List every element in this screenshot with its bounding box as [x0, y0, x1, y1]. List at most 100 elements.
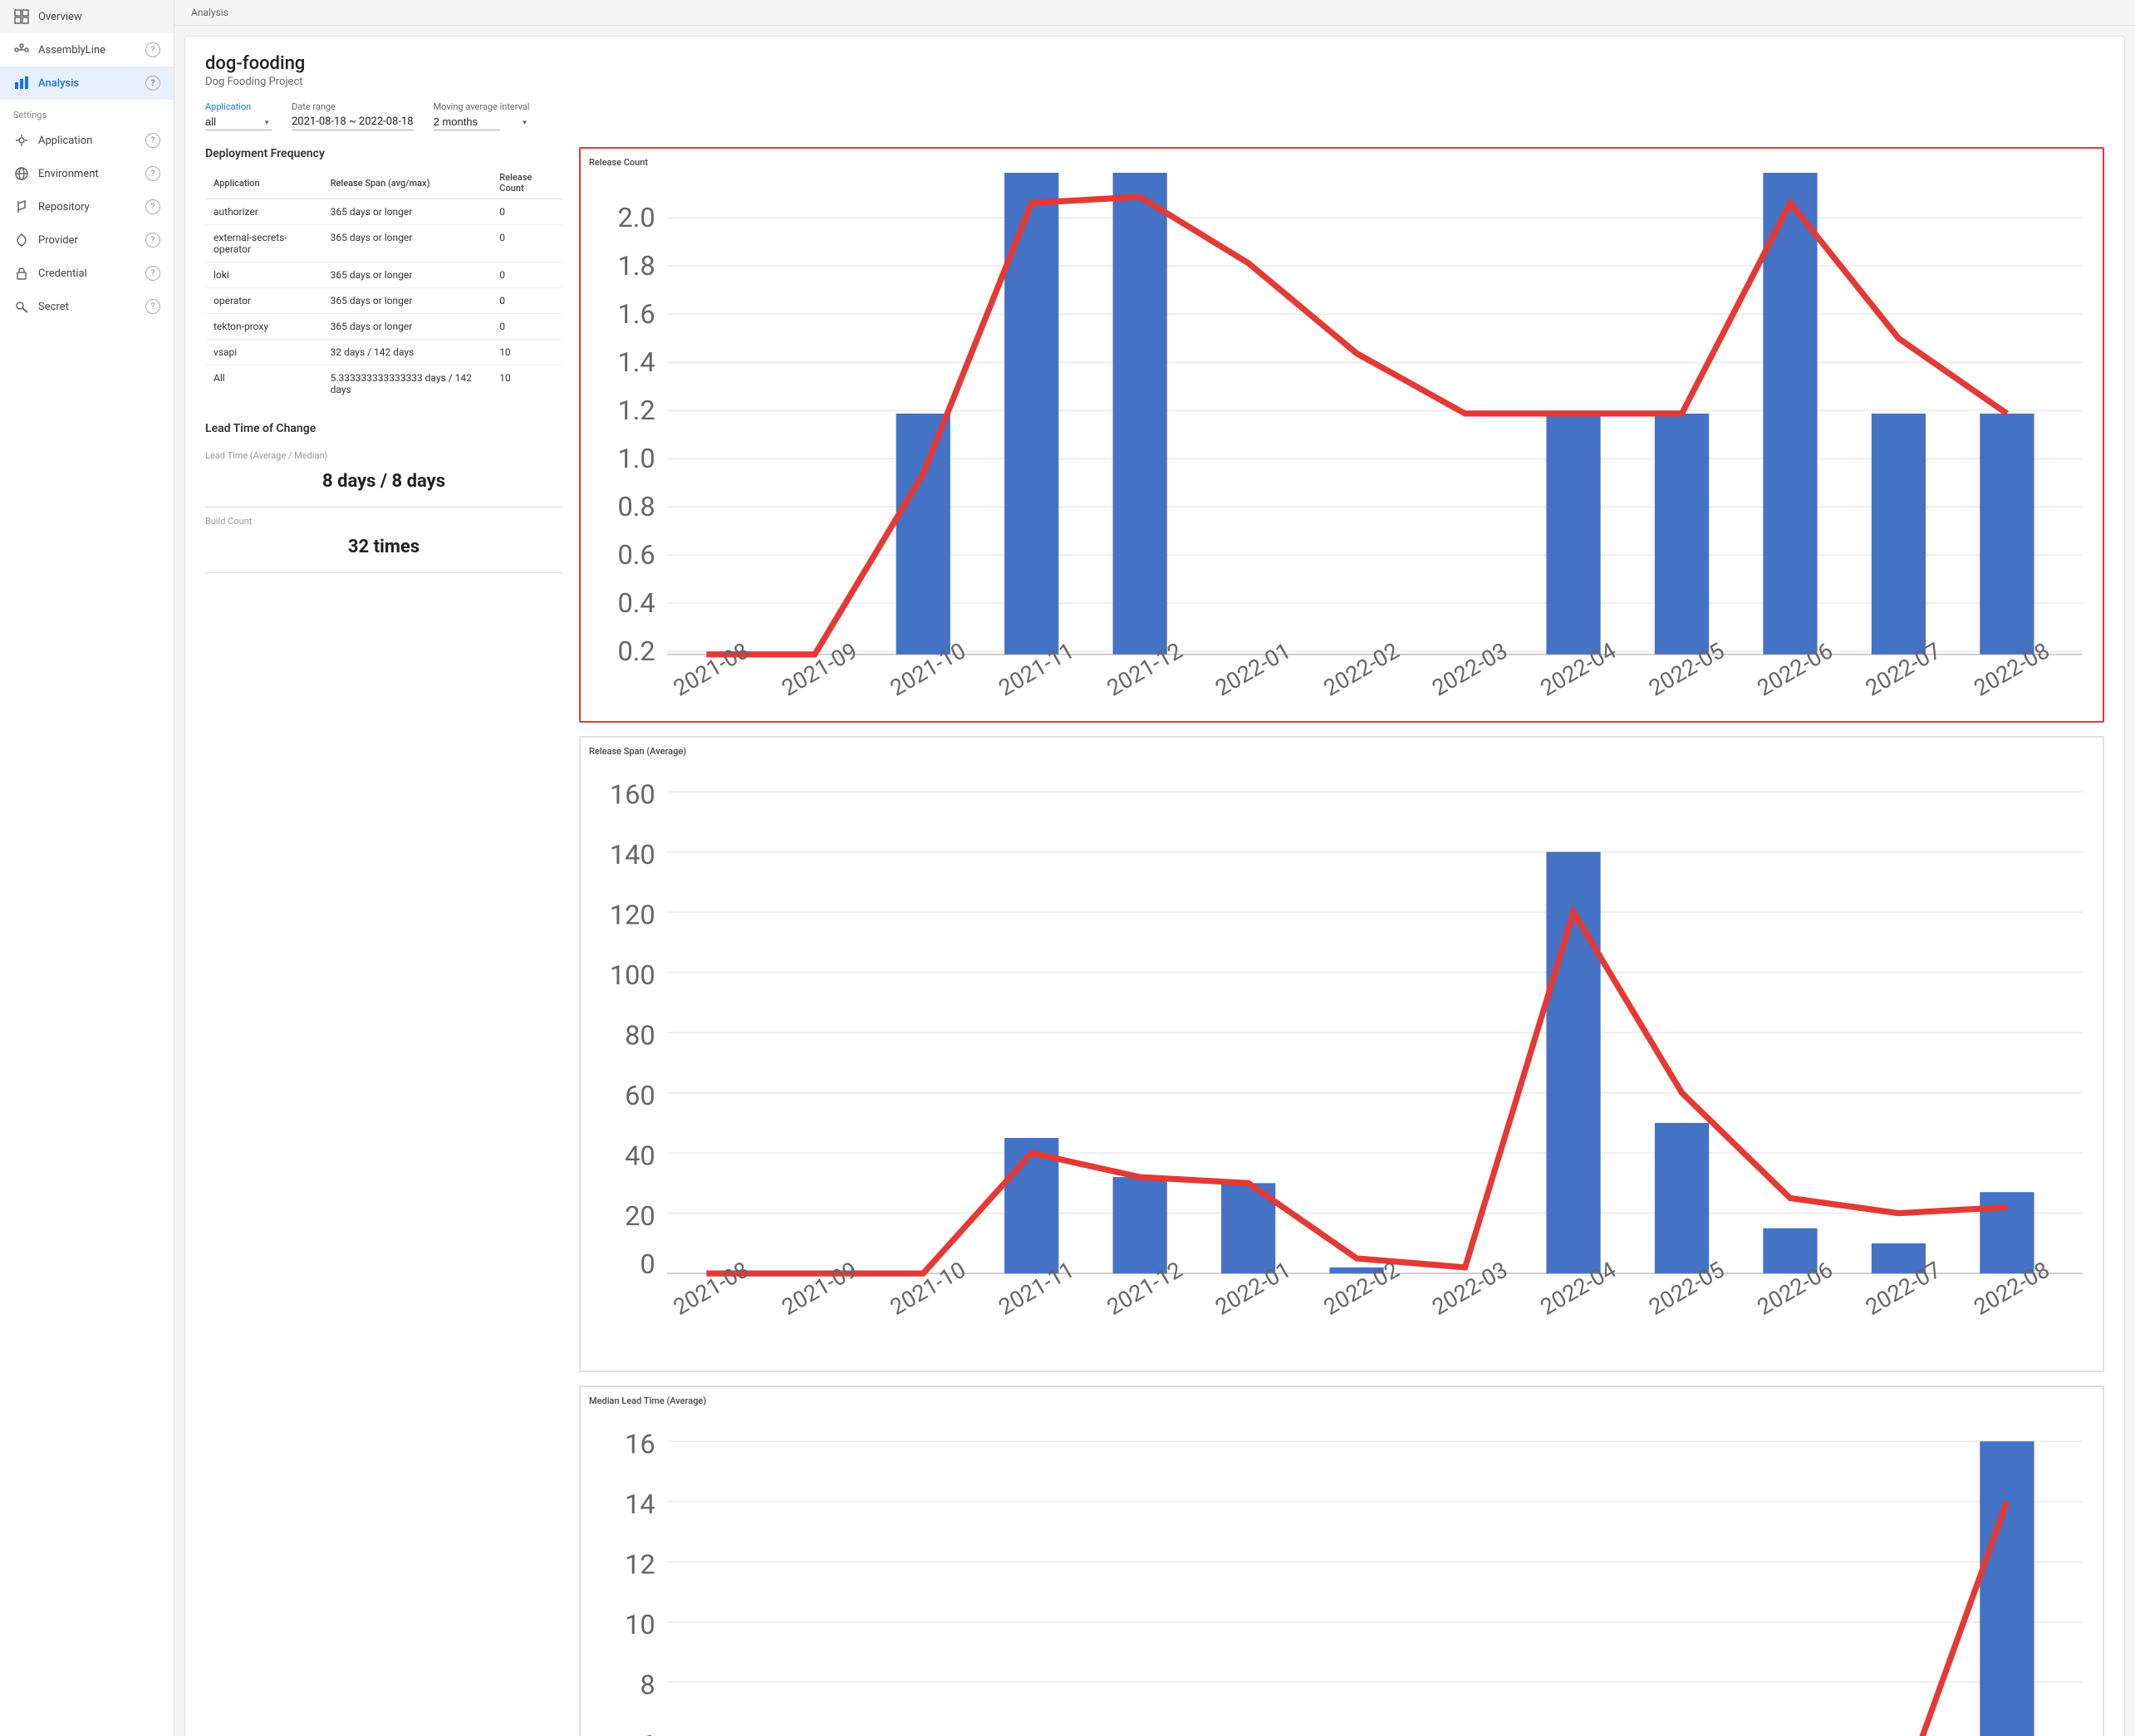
sidebar-item-secret[interactable]: Secret ? [0, 290, 174, 323]
repository-help-icon[interactable]: ? [145, 199, 160, 214]
table-row: vsapi 32 days / 142 days 10 [205, 340, 562, 365]
settings-section-label: Settings [0, 100, 174, 124]
cell-span: 365 days or longer [322, 199, 492, 225]
cell-span: 5.333333333333333 days / 142 days [322, 365, 492, 403]
assemblyline-help-icon[interactable]: ? [145, 42, 160, 57]
sidebar-item-provider[interactable]: Provider ? [0, 223, 174, 257]
svg-text:40: 40 [625, 1140, 655, 1172]
build-count-label: Build Count [205, 516, 562, 527]
application-select-wrapper[interactable]: all [205, 114, 272, 130]
cell-application: external-secrets-operator [205, 225, 322, 262]
deployment-table: Application Release Span (avg/max) Relea… [205, 167, 562, 402]
left-column: Deployment Frequency Application Release… [205, 147, 562, 1736]
environment-help-icon[interactable]: ? [145, 166, 160, 181]
cell-application: vsapi [205, 340, 322, 365]
credential-icon [13, 265, 30, 282]
svg-text:1.2: 1.2 [617, 395, 655, 426]
repository-icon [13, 199, 30, 215]
cell-count: 0 [491, 225, 562, 262]
svg-text:100: 100 [610, 959, 655, 991]
svg-text:10: 10 [625, 1609, 655, 1640]
release-count-title: Release Count [589, 157, 2094, 168]
breadcrumb: Analysis [174, 0, 2135, 26]
sidebar-item-analysis[interactable]: Analysis ? [0, 66, 174, 100]
cell-span: 365 days or longer [322, 288, 492, 314]
sidebar-item-provider-label: Provider [38, 234, 137, 247]
avg-median-value: 8 days / 8 days [205, 464, 562, 498]
environment-icon [13, 165, 30, 182]
svg-text:2021-08: 2021-08 [669, 1257, 753, 1321]
sidebar-item-repository-label: Repository [38, 201, 137, 213]
release-count-svg: 2.0 1.8 1.6 1.4 1.2 1.0 0.8 0.6 0.4 0.2 [589, 173, 2094, 714]
sidebar-item-credential-label: Credential [38, 267, 137, 280]
cell-span: 365 days or longer [322, 314, 492, 340]
col-application: Application [205, 167, 322, 199]
median-lead-time-svg: 16 14 12 10 8 6 4 2 0 [589, 1411, 2094, 1736]
avg-median-metric: Lead Time (Average / Median) 8 days / 8 … [205, 442, 562, 508]
sidebar-item-secret-label: Secret [38, 301, 137, 313]
provider-help-icon[interactable]: ? [145, 233, 160, 248]
sidebar-item-environment-label: Environment [38, 168, 137, 180]
svg-text:2022-02: 2022-02 [1319, 637, 1404, 701]
cell-count: 10 [491, 340, 562, 365]
deployment-frequency-title: Deployment Frequency [205, 147, 562, 160]
svg-text:2022-02: 2022-02 [1319, 1257, 1404, 1321]
sidebar-item-application[interactable]: Application ? [0, 124, 174, 157]
date-range-filter: Date range 2021-08-18 ~ 2022-08-18 [292, 101, 414, 130]
sidebar-item-assemblyline[interactable]: AssemblyLine ? [0, 33, 174, 66]
flow-icon [13, 42, 30, 58]
analysis-page: dog-fooding Dog Fooding Project Applicat… [184, 36, 2125, 1736]
analysis-help-icon[interactable]: ? [145, 76, 160, 91]
page-title: dog-fooding [205, 53, 2104, 74]
svg-text:160: 160 [610, 779, 655, 811]
lead-time-section: Lead Time of Change Lead Time (Average /… [205, 422, 562, 573]
credential-help-icon[interactable]: ? [145, 266, 160, 281]
avg-median-label: Lead Time (Average / Median) [205, 450, 562, 461]
application-filter: Application all [205, 101, 272, 130]
svg-text:0.4: 0.4 [617, 587, 655, 619]
cell-count: 0 [491, 262, 562, 288]
secret-help-icon[interactable]: ? [145, 299, 160, 314]
date-range-value: 2021-08-18 ~ 2022-08-18 [292, 114, 414, 130]
median-lead-time-chart: Median Lead Time (Average) 16 14 12 10 8… [579, 1385, 2104, 1736]
svg-text:8: 8 [640, 1670, 655, 1701]
table-row: external-secrets-operator 365 days or lo… [205, 225, 562, 262]
application-select[interactable]: all [205, 114, 272, 130]
sidebar-item-environment[interactable]: Environment ? [0, 157, 174, 190]
build-count-value: 32 times [205, 530, 562, 564]
interval-select[interactable]: 2 months [434, 114, 500, 130]
svg-text:60: 60 [625, 1080, 655, 1111]
svg-text:0.2: 0.2 [617, 635, 655, 667]
lead-time-title: Lead Time of Change [205, 422, 562, 435]
sidebar-item-overview[interactable]: Overview [0, 0, 174, 33]
bar-chart-icon [13, 75, 30, 91]
cell-application: authorizer [205, 199, 322, 225]
cell-span: 365 days or longer [322, 225, 492, 262]
cell-count: 0 [491, 314, 562, 340]
cell-span: 32 days / 142 days [322, 340, 492, 365]
sidebar-item-credential[interactable]: Credential ? [0, 257, 174, 290]
release-count-chart: Release Count 2.0 1.8 1.6 1.4 1.2 1.0 0.… [579, 147, 2104, 723]
sidebar-item-overview-label: Overview [38, 11, 160, 23]
right-column: Release Count 2.0 1.8 1.6 1.4 1.2 1.0 0.… [579, 147, 2104, 1736]
main-two-col: Deployment Frequency Application Release… [205, 147, 2104, 1736]
svg-text:80: 80 [625, 1020, 655, 1052]
interval-select-wrapper[interactable]: 2 months [434, 114, 530, 130]
date-range-label: Date range [292, 101, 414, 112]
svg-text:12: 12 [625, 1549, 655, 1581]
application-help-icon[interactable]: ? [145, 133, 160, 148]
table-row: All 5.333333333333333 days / 142 days 10 [205, 365, 562, 403]
svg-text:0: 0 [640, 1248, 655, 1280]
svg-text:0.8: 0.8 [617, 491, 655, 522]
svg-text:16: 16 [625, 1429, 655, 1460]
cell-count: 0 [491, 288, 562, 314]
release-span-chart: Release Span (Average) 160 140 120 100 8… [579, 736, 2104, 1372]
cell-application: tekton-proxy [205, 314, 322, 340]
sidebar-item-assemblyline-label: AssemblyLine [38, 44, 137, 56]
sidebar: Overview AssemblyLine ? Analysis ? Setti… [0, 0, 174, 1736]
sidebar-item-repository[interactable]: Repository ? [0, 190, 174, 223]
provider-icon [13, 232, 30, 248]
sidebar-item-application-label: Application [38, 135, 137, 147]
svg-text:1.0: 1.0 [617, 443, 655, 474]
svg-text:2.0: 2.0 [617, 202, 655, 233]
